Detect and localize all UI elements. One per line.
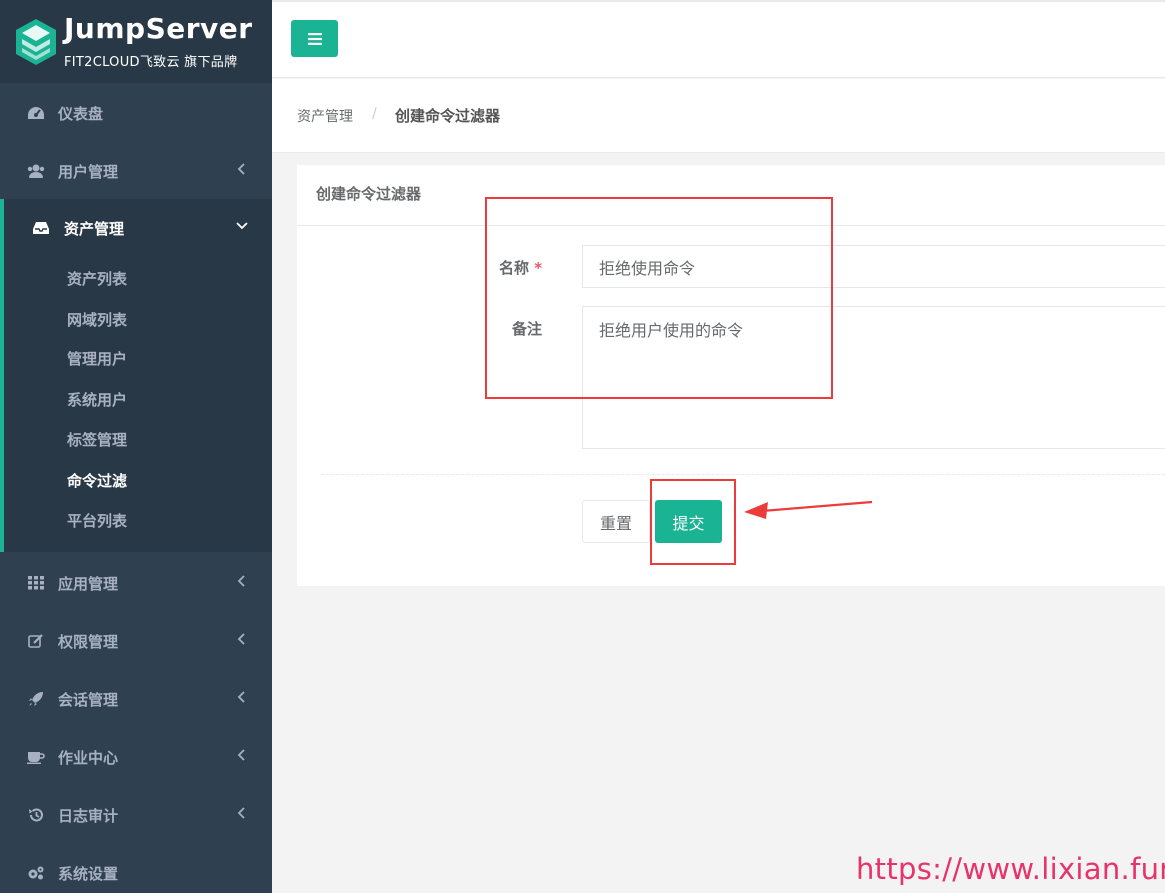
sidebar-item-label: 会话管理 [58,690,119,709]
gears-icon [27,864,45,882]
submenu-asset-list[interactable]: 资产列表 [67,268,127,289]
sidebar-item-label: 系统设置 [58,864,119,883]
annotation-box-fields [485,197,833,399]
submenu-command-filters[interactable]: 命令过滤 [67,470,127,491]
sidebar-group-assets: 资产管理 资产列表 网域列表 管理用户 系统用户 标签管理 命令过滤 平台列表 [0,199,272,552]
jumpserver-logo-icon [16,19,56,65]
chevron-down-icon [236,222,248,230]
breadcrumb: 资产管理 / 创建命令过滤器 [272,79,1165,153]
coffee-icon [27,748,45,766]
submenu-labels[interactable]: 标签管理 [67,429,127,450]
inbox-icon [32,219,50,237]
breadcrumb-parent[interactable]: 资产管理 [297,106,353,126]
chevron-left-icon [237,691,245,703]
chevron-left-icon [237,807,245,819]
watermark-url: https://www.lixian.fun [856,852,1165,886]
sidebar-item-label: 日志审计 [58,806,119,825]
sidebar-toggle-button[interactable] [291,20,338,57]
grid-icon [27,574,45,592]
submenu-system-users[interactable]: 系统用户 [67,389,127,410]
reset-button[interactable]: 重置 [582,500,650,543]
logo-area: JumpServer FIT2CLOUD飞致云 旗下品牌 [0,0,272,83]
panel-title: 创建命令过滤器 [316,185,422,203]
history-icon [27,806,45,824]
brand-title: JumpServer [64,12,253,45]
chevron-left-icon [237,575,245,587]
top-navbar [272,0,1165,78]
sidebar-item-audits[interactable]: 日志审计 [0,786,272,844]
sidebar-item-permissions[interactable]: 权限管理 [0,612,272,670]
form-divider [321,474,1165,475]
annotation-arrow-icon [744,500,873,519]
chevron-left-icon [237,749,245,761]
sidebar-item-label: 资产管理 [64,219,125,238]
sidebar-item-users[interactable]: 用户管理 [0,142,272,200]
sidebar-item-label: 用户管理 [58,162,119,181]
sidebar: JumpServer FIT2CLOUD飞致云 旗下品牌 仪表盘 用户管理 资产… [0,0,272,893]
breadcrumb-current: 创建命令过滤器 [395,107,501,125]
sidebar-item-label: 权限管理 [58,632,119,651]
sidebar-item-label: 应用管理 [58,574,119,593]
sidebar-item-label: 仪表盘 [58,104,104,123]
dashboard-icon [27,104,45,122]
sidebar-item-jobs[interactable]: 作业中心 [0,728,272,786]
users-icon [27,162,45,180]
submenu-platforms[interactable]: 平台列表 [67,510,127,531]
breadcrumb-separator: / [372,106,377,122]
chevron-left-icon [237,163,245,175]
sidebar-item-settings[interactable]: 系统设置 [0,844,272,893]
rocket-icon [27,690,45,708]
submenu-domain-list[interactable]: 网域列表 [67,309,127,330]
sidebar-item-assets[interactable]: 资产管理 [4,199,272,257]
annotation-box-submit [650,479,736,565]
hamburger-icon [307,32,322,45]
brand-subtitle: FIT2CLOUD飞致云 旗下品牌 [64,55,238,70]
edit-icon [27,632,45,650]
sidebar-item-sessions[interactable]: 会话管理 [0,670,272,728]
sidebar-item-applications[interactable]: 应用管理 [0,554,272,612]
sidebar-item-label: 作业中心 [58,748,119,767]
chevron-left-icon [237,633,245,645]
submenu-admin-users[interactable]: 管理用户 [67,348,127,369]
sidebar-item-dashboard[interactable]: 仪表盘 [0,84,272,142]
